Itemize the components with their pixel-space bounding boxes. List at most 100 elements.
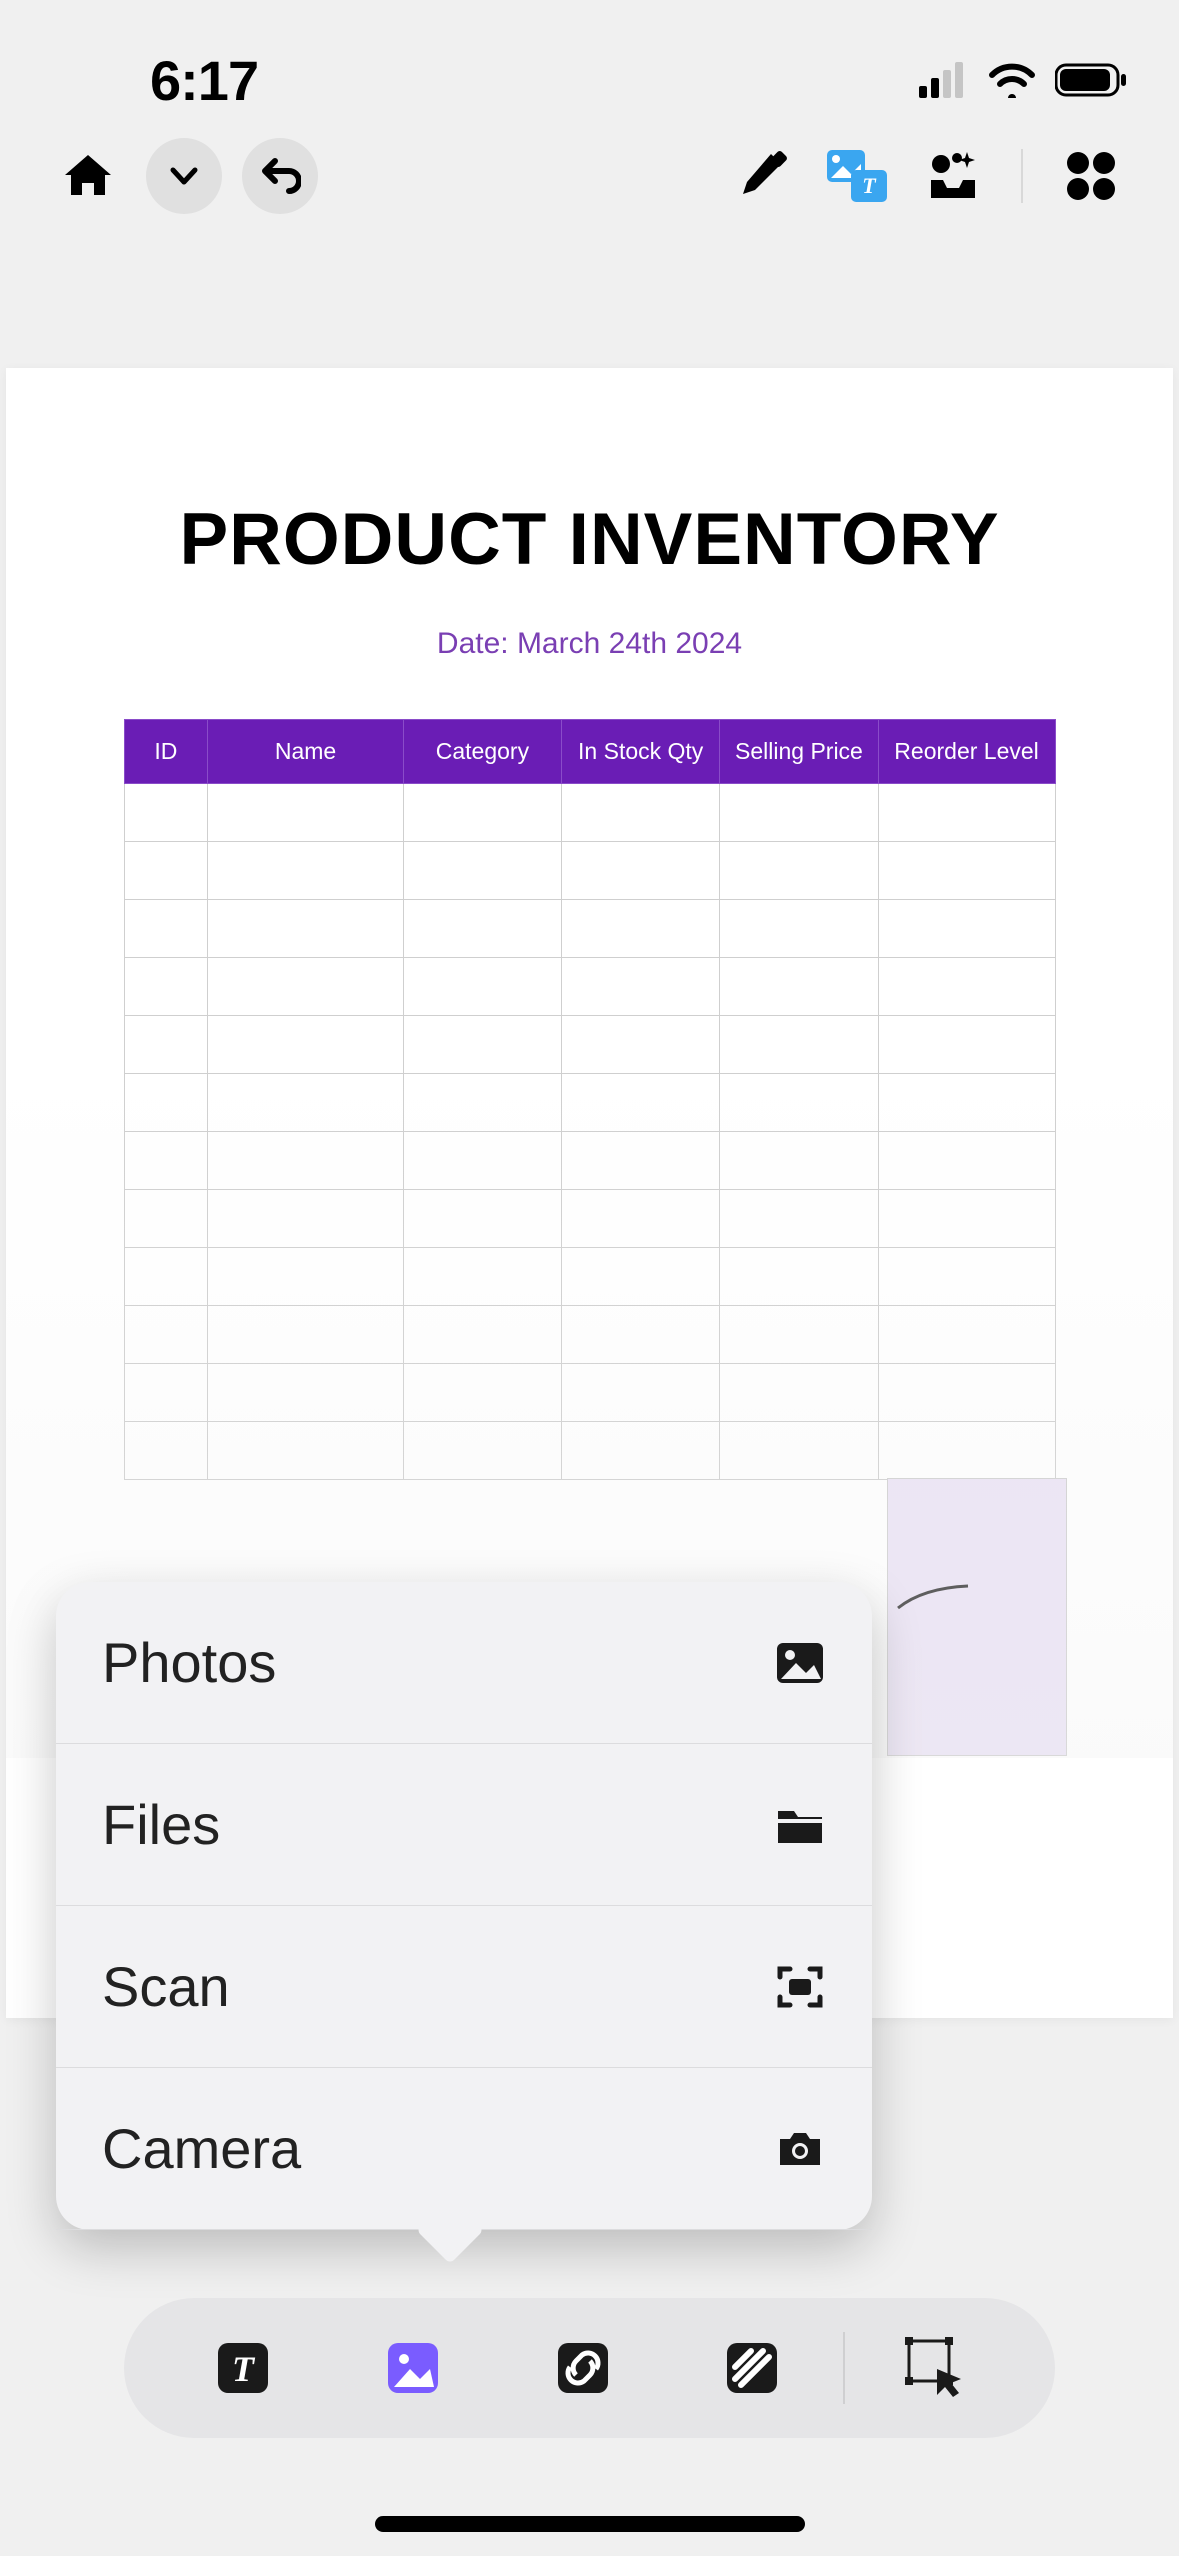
texture-tool-button[interactable] — [713, 2329, 791, 2407]
dropdown-button[interactable] — [146, 138, 222, 214]
table-cell — [208, 842, 404, 900]
text-image-button[interactable]: T — [819, 138, 895, 214]
link-tool-button[interactable] — [544, 2329, 622, 2407]
table-cell — [878, 1364, 1055, 1422]
table-cell — [720, 900, 878, 958]
select-icon — [903, 2335, 969, 2401]
apps-button[interactable] — [1053, 138, 1129, 214]
table-cell — [878, 1190, 1055, 1248]
cellular-icon — [919, 62, 969, 98]
table-cell — [208, 900, 404, 958]
table-cell — [720, 1248, 878, 1306]
column-header-price: Selling Price — [720, 720, 878, 784]
table-cell — [720, 1016, 878, 1074]
table-row — [124, 958, 1055, 1016]
table-cell — [562, 1190, 720, 1248]
image-tool-button[interactable] — [374, 2329, 452, 2407]
table-cell — [403, 1016, 561, 1074]
popup-item-scan[interactable]: Scan — [56, 1906, 872, 2068]
popup-item-camera[interactable]: Camera — [56, 2068, 872, 2230]
table-cell — [124, 1248, 208, 1306]
table-cell — [562, 958, 720, 1016]
battery-icon — [1055, 62, 1129, 98]
table-cell — [403, 1306, 561, 1364]
table-cell — [878, 1422, 1055, 1480]
table-cell — [403, 958, 561, 1016]
home-indicator[interactable] — [375, 2516, 805, 2532]
popup-item-photos[interactable]: Photos — [56, 1582, 872, 1744]
table-cell — [720, 1132, 878, 1190]
table-cell — [208, 1248, 404, 1306]
table-cell — [878, 842, 1055, 900]
table-row — [124, 1422, 1055, 1480]
table-cell — [878, 958, 1055, 1016]
text-icon: T — [214, 2339, 272, 2397]
table-cell — [562, 900, 720, 958]
table-cell — [124, 958, 208, 1016]
table-cell — [124, 842, 208, 900]
table-row — [124, 842, 1055, 900]
table-cell — [208, 1016, 404, 1074]
table-row — [124, 1306, 1055, 1364]
table-cell — [878, 1016, 1055, 1074]
table-cell — [403, 1248, 561, 1306]
table-row — [124, 900, 1055, 958]
table-cell — [562, 842, 720, 900]
popup-item-files[interactable]: Files — [56, 1744, 872, 1906]
table-cell — [562, 1132, 720, 1190]
folder-icon — [774, 1799, 826, 1851]
chevron-down-icon — [166, 158, 202, 194]
table-row — [124, 1364, 1055, 1422]
text-tool-button[interactable]: T — [204, 2329, 282, 2407]
table-cell — [124, 1364, 208, 1422]
ai-button[interactable] — [915, 138, 991, 214]
document-title: PRODUCT INVENTORY — [111, 498, 1068, 581]
table-cell — [208, 958, 404, 1016]
table-cell — [562, 1422, 720, 1480]
undo-icon — [259, 155, 301, 197]
document-date: Date: March 24th 2024 — [111, 627, 1068, 661]
table-cell — [562, 1016, 720, 1074]
camera-icon — [774, 2123, 826, 2175]
link-icon — [554, 2339, 612, 2397]
table-cell — [124, 1016, 208, 1074]
table-cell — [403, 1422, 561, 1480]
table-cell — [878, 1074, 1055, 1132]
bottom-toolbar: T — [124, 2298, 1055, 2438]
table-cell — [208, 1364, 404, 1422]
table-cell — [878, 1132, 1055, 1190]
table-cell — [124, 900, 208, 958]
table-cell — [562, 1248, 720, 1306]
table-cell — [124, 784, 208, 842]
table-cell — [878, 900, 1055, 958]
table-row — [124, 1132, 1055, 1190]
table-cell — [403, 900, 561, 958]
table-cell — [208, 1422, 404, 1480]
table-cell — [562, 1306, 720, 1364]
inventory-table: ID Name Category In Stock Qty Selling Pr… — [124, 719, 1056, 1480]
toolbar-divider — [1021, 149, 1023, 203]
table-cell — [720, 1422, 878, 1480]
highlighter-button[interactable] — [723, 138, 799, 214]
home-button[interactable] — [50, 138, 126, 214]
table-cell — [124, 1306, 208, 1364]
table-cell — [720, 1364, 878, 1422]
insert-popup-menu: Photos Files Scan Camera — [56, 1582, 872, 2230]
column-header-reorder: Reorder Level — [878, 720, 1055, 784]
status-bar: 6:17 — [0, 0, 1179, 130]
scan-icon — [774, 1961, 826, 2013]
table-row — [124, 784, 1055, 842]
table-cell — [562, 784, 720, 842]
table-cell — [124, 1074, 208, 1132]
column-header-category: Category — [403, 720, 561, 784]
undo-button[interactable] — [242, 138, 318, 214]
select-tool-button[interactable] — [897, 2329, 975, 2407]
image-text-icon: T — [827, 150, 887, 202]
table-cell — [403, 784, 561, 842]
table-cell — [124, 1422, 208, 1480]
popup-label: Camera — [102, 2116, 301, 2181]
column-header-id: ID — [124, 720, 208, 784]
signature-mark-icon — [893, 1578, 973, 1618]
table-cell — [208, 784, 404, 842]
table-cell — [878, 1306, 1055, 1364]
